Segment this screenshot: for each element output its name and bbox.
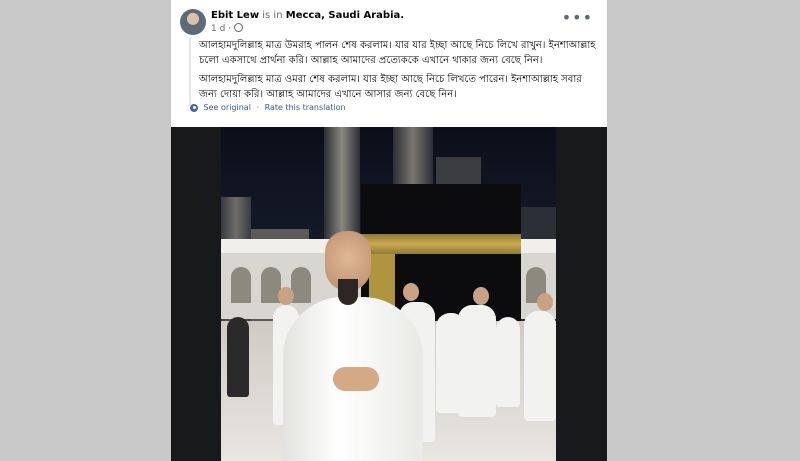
post-meta: 1 d · — [211, 23, 243, 34]
post-photo[interactable] — [221, 127, 556, 461]
kaaba-gold-band — [361, 234, 521, 254]
main-person-hands — [333, 367, 379, 391]
meta-dot: · — [228, 24, 234, 34]
pilgrim-head — [403, 283, 419, 301]
pilgrim — [524, 311, 556, 421]
photo-frame — [171, 127, 607, 461]
is-in-text: is in — [262, 10, 283, 21]
main-person-beard — [338, 279, 358, 305]
translation-controls: See original · Rate this translation — [190, 103, 346, 112]
author-line: Ebit Lew is in Mecca, Saudi Arabia. — [211, 10, 404, 21]
arch — [231, 267, 251, 303]
timestamp[interactable]: 1 d — [211, 24, 225, 34]
rate-translation-link[interactable]: Rate this translation — [265, 103, 346, 112]
post-paragraph-1: আলহামদুলিল্লাহ মাত্র উমরাহ পালন শেষ করলা… — [199, 40, 596, 66]
post-text: আলহামদুলিল্লাহ মাত্র উমরাহ পালন শেষ করলা… — [189, 38, 599, 106]
arch — [291, 267, 311, 303]
see-original-link[interactable]: See original — [204, 103, 251, 112]
post-header: Ebit Lew is in Mecca, Saudi Arabia. 1 d … — [171, 0, 607, 36]
facebook-post: Ebit Lew is in Mecca, Saudi Arabia. 1 d … — [171, 0, 607, 461]
pilgrim — [496, 317, 520, 407]
more-options-icon[interactable]: ••• — [562, 8, 593, 27]
pilgrim-head — [537, 293, 553, 311]
pilgrim — [227, 317, 249, 397]
globe-icon — [233, 23, 243, 32]
pilgrim-head — [473, 287, 489, 305]
gear-icon — [190, 103, 198, 112]
post-paragraph-2: আলহামদুলিল্লাহ মাত্র ওমরা শেষ করলাম। যার… — [199, 74, 582, 100]
author-name[interactable]: Ebit Lew — [211, 10, 259, 21]
pilgrim — [458, 305, 496, 417]
separator: · — [256, 103, 260, 112]
avatar[interactable] — [180, 9, 206, 35]
location-link[interactable]: Mecca, Saudi Arabia. — [286, 10, 404, 21]
pilgrim-head — [278, 287, 294, 305]
